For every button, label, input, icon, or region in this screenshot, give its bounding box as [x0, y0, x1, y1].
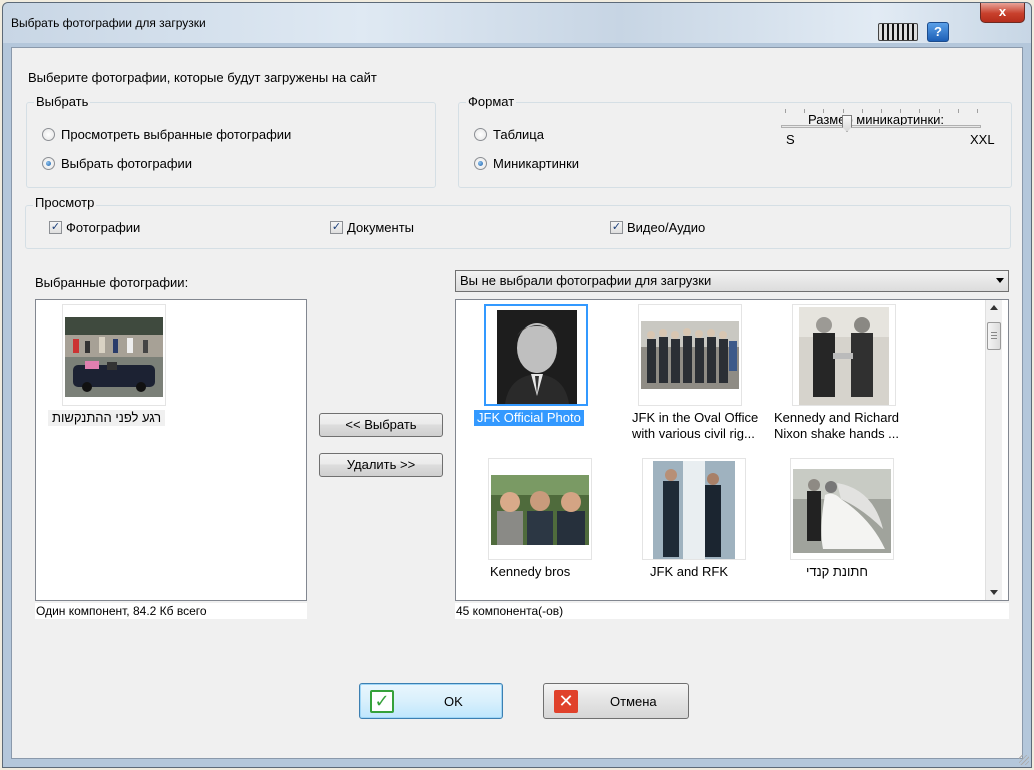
radio-view-selected-label: Просмотреть выбранные фотографии: [61, 127, 292, 142]
radio-view-selected[interactable]: Просмотреть выбранные фотографии: [42, 127, 291, 142]
ok-button[interactable]: ✓ OK: [359, 683, 503, 719]
radio-select-photos-indicator[interactable]: [42, 157, 55, 170]
motorcade-photo: [65, 317, 163, 397]
radio-format-thumbnails[interactable]: Миникартинки: [474, 156, 579, 171]
photo-caption-5: JFK and RFK: [650, 564, 729, 579]
radio-select-photos[interactable]: Выбрать фотографии: [42, 156, 192, 171]
photo-caption-6: חתונת קנדי: [806, 564, 868, 579]
photo-caption-2-line-2: with various civil rig...: [632, 426, 755, 441]
album-dropdown-value: Вы не выбрали фотографии для загрузки: [460, 273, 712, 288]
size-min-label: S: [786, 132, 795, 147]
check-video-audio-box[interactable]: ✓: [610, 221, 623, 234]
scroll-up-icon[interactable]: [990, 305, 998, 310]
slider-tick: [804, 109, 806, 113]
title-bar[interactable]: Выбрать фотографии для загрузки ? x: [3, 3, 1031, 43]
slider-tick: [823, 109, 825, 113]
select-groupbox: [26, 102, 436, 188]
slider-tick: [900, 109, 902, 113]
help-button[interactable]: ?: [927, 22, 949, 42]
view-group-legend: Просмотр: [33, 195, 97, 210]
scrollbar-thumb[interactable]: [987, 322, 1001, 350]
photo-thumb-4[interactable]: [488, 458, 592, 560]
view-groupbox: [25, 205, 1011, 249]
check-documents[interactable]: ✓ Документы: [330, 220, 414, 235]
photo-caption-3-line-1: Kennedy and Richard: [774, 410, 900, 425]
keyboard-icon[interactable]: [878, 23, 918, 41]
radio-format-thumbnails-indicator[interactable]: [474, 157, 487, 170]
resize-grip[interactable]: [1019, 755, 1029, 765]
available-status: 45 компонента(-ов): [455, 603, 1009, 619]
slider-tick: [977, 109, 978, 113]
add-photos-button[interactable]: << Выбрать: [319, 413, 443, 437]
slider-tick: [785, 109, 786, 113]
cancel-button-label: Отмена: [610, 694, 657, 709]
slider-tick: [919, 109, 921, 113]
photo-thumb-3[interactable]: [792, 304, 896, 406]
select-group-legend: Выбрать: [34, 94, 91, 109]
radio-view-selected-indicator[interactable]: [42, 128, 55, 141]
selected-thumb-frame[interactable]: [62, 304, 166, 406]
radio-format-table-label: Таблица: [493, 127, 544, 142]
photo-caption-2-line-1: JFK in the Oval Office: [632, 410, 759, 425]
oval-office-photo: [641, 321, 739, 389]
check-icon: ✓: [370, 690, 394, 713]
dialog-window: Выбрать фотографии для загрузки ? x Выбе…: [2, 2, 1032, 768]
check-documents-label: Документы: [347, 220, 415, 235]
check-photos-box[interactable]: ✓: [49, 221, 62, 234]
window-title: Выбрать фотографии для загрузки: [11, 16, 206, 30]
kennedy-nixon-photo: [799, 307, 889, 405]
x-icon: ✕: [554, 690, 578, 713]
photo-thumb-1[interactable]: [484, 304, 588, 406]
jfk-official-photo: [497, 310, 577, 404]
check-photos[interactable]: ✓ Фотографии: [49, 220, 140, 235]
chevron-down-icon: [996, 278, 1004, 283]
check-video-audio[interactable]: ✓ Видео/Аудио: [610, 220, 705, 235]
kennedy-bros-photo: [491, 475, 589, 545]
size-max-label: XXL: [970, 132, 995, 147]
check-documents-box[interactable]: ✓: [330, 221, 343, 234]
scroll-down-icon[interactable]: [990, 590, 998, 595]
grip-line-1: [991, 332, 997, 333]
photo-caption-2: JFK in the Oval Office with various civi…: [632, 410, 759, 442]
slider-tick: [861, 109, 863, 113]
photos-scrollbar[interactable]: [985, 300, 1002, 600]
available-photos-list[interactable]: JFK Official Photo JFK in the Oval Offic…: [455, 299, 1009, 601]
slider-tick: [842, 109, 844, 113]
remove-photos-button[interactable]: Удалить >>: [319, 453, 443, 477]
radio-format-table-indicator[interactable]: [474, 128, 487, 141]
cancel-button[interactable]: ✕ Отмена: [543, 683, 689, 719]
selected-item-caption: רגע לפני ההתנקשות: [48, 410, 166, 426]
close-button[interactable]: x: [980, 3, 1025, 23]
slider-tick: [881, 109, 882, 113]
photo-caption-1-line: JFK Official Photo: [477, 410, 581, 425]
radio-format-thumbnails-label: Миникартинки: [493, 156, 580, 171]
radio-format-table[interactable]: Таблица: [474, 127, 544, 142]
check-video-audio-label: Видео/Аудио: [627, 220, 706, 235]
jfk-rfk-photo: [653, 461, 735, 559]
selected-photos-label: Выбранные фотографии:: [35, 275, 189, 290]
size-slider-track[interactable]: [781, 125, 981, 128]
photo-thumb-2[interactable]: [638, 304, 742, 406]
photo-thumb-6[interactable]: [790, 458, 894, 560]
kennedy-wedding-photo: [793, 469, 891, 553]
ok-button-label: OK: [444, 694, 463, 709]
slider-tick: [938, 109, 940, 113]
format-group-legend: Формат: [466, 94, 517, 109]
selected-status: Один компонент, 84.2 Кб всего: [35, 603, 307, 619]
album-dropdown[interactable]: Вы не выбрали фотографии для загрузки: [455, 270, 1009, 292]
slider-tick: [957, 109, 959, 113]
grip-line-2: [991, 335, 997, 336]
selected-photos-list[interactable]: רגע לפני ההתנקשות: [35, 299, 307, 601]
photo-caption-1[interactable]: JFK Official Photo: [474, 410, 584, 426]
instructions-text: Выберите фотографии, которые будут загру…: [28, 70, 377, 85]
radio-select-photos-label: Выбрать фотографии: [61, 156, 193, 171]
grip-line-3: [991, 338, 997, 339]
photo-caption-3: Kennedy and Richard Nixon shake hands ..…: [774, 410, 914, 442]
photo-caption-4: Kennedy bros: [490, 564, 571, 579]
photo-caption-3-line-2: Nixon shake hands ...: [774, 426, 900, 441]
photo-thumb-5[interactable]: [642, 458, 746, 560]
check-photos-label: Фотографии: [66, 220, 141, 235]
